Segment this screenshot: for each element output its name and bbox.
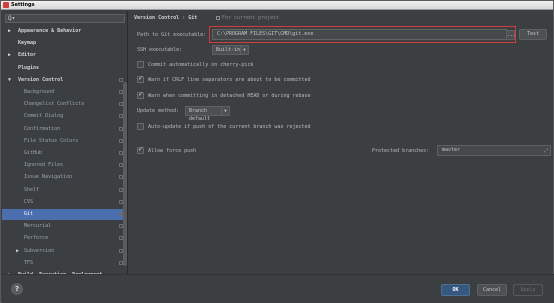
- project-scope-note: For current project: [216, 15, 279, 21]
- sidebar-item-label: Editor: [18, 52, 37, 59]
- warn-crlf-label: Warn if CRLF line separators are about t…: [148, 77, 311, 83]
- ok-button[interactable]: OK: [441, 284, 470, 296]
- browse-button[interactable]: ...: [506, 30, 516, 40]
- settings-window: Settings Q▾ ▶ Appearance & Behavior Keymap…: [0, 0, 554, 303]
- commit-cherry-pick-checkbox[interactable]: [137, 61, 144, 68]
- search-input[interactable]: Q▾: [5, 14, 125, 23]
- sidebar-item-confirmation[interactable]: Confirmation: [2, 124, 127, 135]
- sidebar-item-keymap[interactable]: Keymap: [2, 38, 127, 49]
- sidebar-item-label: Confirmation: [24, 125, 61, 132]
- chevron-down-icon[interactable]: ▼: [8, 75, 11, 86]
- sidebar-item-mercurial[interactable]: Mercurial: [2, 221, 127, 232]
- chevron-down-icon: ▼: [240, 46, 248, 54]
- sidebar-item-label: Subversion: [24, 247, 55, 254]
- sidebar-item-version-control[interactable]: ▼ Version Control: [2, 75, 127, 86]
- sidebar-item-label: Mercurial: [24, 223, 52, 230]
- protected-branches-input[interactable]: master ⤢: [437, 145, 551, 156]
- chevron-right-icon[interactable]: ▶: [8, 50, 11, 61]
- cancel-button[interactable]: Cancel: [477, 284, 507, 296]
- project-icon: [216, 16, 220, 20]
- sidebar-item-ignored-files[interactable]: Ignored Files: [2, 160, 127, 171]
- apply-button[interactable]: Apply: [513, 284, 543, 296]
- sidebar-item-label: File Status Colors: [24, 137, 79, 144]
- sidebar-item-perforce[interactable]: Perforce: [2, 233, 127, 244]
- sidebar-item-file-status-colors[interactable]: File Status Colors: [2, 136, 127, 147]
- git-path-input[interactable]: C:\PROGRAM FILES\GIT\CMD\git.exe: [212, 29, 507, 40]
- sidebar-item-label: Ignored Files: [24, 162, 64, 169]
- ssh-label: SSH executable:: [137, 47, 183, 53]
- sidebar-item-label: Commit Dialog: [24, 113, 64, 120]
- sidebar-item-label: Shelf: [24, 186, 40, 193]
- title-bar: Settings: [1, 1, 553, 10]
- update-method-select[interactable]: Branch default ▼: [185, 106, 230, 122]
- git-settings-panel: Version Control › Git For current projec…: [129, 11, 553, 274]
- sidebar-item-shelf[interactable]: Shelf: [2, 185, 127, 196]
- breadcrumb-page: Git: [188, 15, 198, 21]
- project-scope-icon: [119, 77, 123, 82]
- sidebar-scrollbar[interactable]: [123, 82, 127, 266]
- sidebar-item-commit-dialog[interactable]: Commit Dialog: [2, 111, 127, 122]
- allow-force-push-label: Allow force push: [148, 148, 197, 154]
- sidebar-item-plugins[interactable]: Plugins: [2, 63, 127, 74]
- warn-detached-checkbox[interactable]: [137, 91, 144, 99]
- test-button[interactable]: Test: [519, 29, 547, 40]
- help-button[interactable]: ?: [11, 283, 23, 295]
- sidebar-item-label: Version Control: [18, 76, 64, 83]
- git-path-label: Path to Git executable:: [137, 32, 207, 38]
- commit-cherry-pick-label: Commit automatically on cherry-pick: [148, 62, 254, 68]
- sidebar-item-label: Changelist Conflicts: [24, 101, 85, 108]
- search-icon: Q▾: [8, 15, 16, 22]
- allow-force-push-checkbox[interactable]: [137, 146, 144, 154]
- sidebar-item-label: Background: [24, 89, 55, 95]
- app-icon: [3, 2, 9, 8]
- dialog-button-bar: ? OK Cancel Apply: [2, 274, 554, 303]
- warn-crlf-checkbox[interactable]: [137, 75, 144, 83]
- sidebar-item-changelist-conflicts[interactable]: Changelist Conflicts: [2, 99, 127, 110]
- warn-detached-label: Warn when committing in detached HEAD or…: [148, 93, 311, 99]
- breadcrumb: Version Control › Git: [134, 15, 197, 21]
- sidebar-item-label: Git: [24, 211, 34, 217]
- chevron-right-icon[interactable]: ▶: [16, 246, 19, 257]
- sidebar-item-label: Appearance & Behavior: [18, 28, 82, 34]
- ssh-executable-select[interactable]: Built-in ▼: [212, 45, 249, 55]
- sidebar-item-background[interactable]: Background: [2, 87, 127, 98]
- sidebar-item-label: CVS: [24, 198, 34, 205]
- sidebar-item-appearance-behavior[interactable]: ▶ Appearance & Behavior: [2, 26, 127, 37]
- sidebar-item-label: TFS: [24, 259, 34, 266]
- sidebar-item-tfs[interactable]: TFS: [2, 258, 127, 269]
- sidebar-item-label: Perforce: [24, 235, 49, 242]
- sidebar-item-cvs[interactable]: CVS: [2, 197, 127, 208]
- sidebar-item-github[interactable]: GitHub: [2, 148, 127, 159]
- sidebar-item-subversion[interactable]: ▶ Subversion: [2, 246, 127, 257]
- sidebar-item-label: Keymap: [18, 40, 37, 47]
- sidebar-item-label: Issue Navigation: [24, 174, 73, 181]
- sidebar-item-label: GitHub: [24, 150, 43, 156]
- sidebar-item-issue-navigation[interactable]: Issue Navigation: [2, 172, 127, 183]
- sidebar-item-editor[interactable]: ▶ Editor: [2, 50, 127, 61]
- breadcrumb-separator: ›: [182, 15, 186, 21]
- protected-branches-label: Protected branches:: [372, 148, 430, 154]
- window-title: Settings: [11, 2, 35, 8]
- sidebar-item-git[interactable]: Git: [2, 209, 127, 220]
- chevron-down-icon: ▼: [221, 107, 229, 115]
- auto-update-label: Auto-update if push of the current branc…: [148, 124, 311, 130]
- settings-sidebar: Q▾ ▶ Appearance & Behavior Keymap ▶ Editor Pl…: [2, 11, 128, 274]
- expand-icon[interactable]: ⤢: [544, 147, 548, 156]
- auto-update-checkbox[interactable]: [137, 123, 144, 130]
- chevron-right-icon[interactable]: ▶: [8, 26, 11, 37]
- update-method-label: Update method:: [137, 108, 180, 114]
- sidebar-item-label: Plugins: [18, 64, 40, 71]
- breadcrumb-section: Version Control: [134, 15, 180, 21]
